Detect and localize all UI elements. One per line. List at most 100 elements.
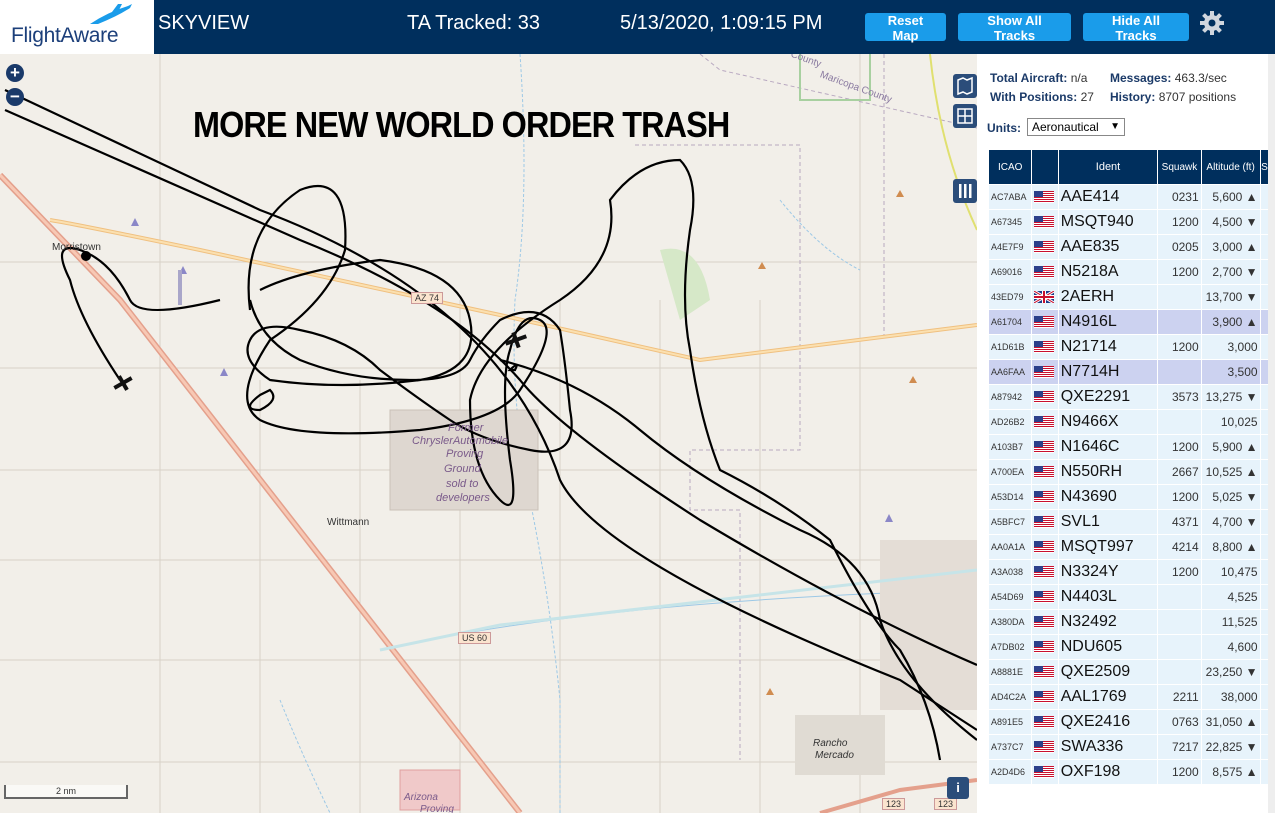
map-scale: 2 nm bbox=[4, 785, 128, 799]
cell-altitude: 23,250 ▼ bbox=[1200, 659, 1261, 685]
table-row[interactable]: A737C7 SWA336 7217 22,825 ▼ bbox=[987, 734, 1275, 760]
map-layers-button[interactable] bbox=[953, 74, 977, 98]
units-select[interactable]: Aeronautical ▼ bbox=[1027, 118, 1125, 136]
cell-squawk: 1200 bbox=[1157, 209, 1202, 235]
us-flag-icon bbox=[1034, 440, 1055, 453]
table-row[interactable]: A61704 N4916L 3,900 ▲ bbox=[987, 309, 1275, 335]
logo-text: FlightAware bbox=[11, 24, 119, 47]
table-row[interactable]: A2D4D6 OXF198 1200 8,575 ▲ bbox=[987, 759, 1275, 785]
cell-icao: A8881E bbox=[987, 659, 1033, 685]
cell-icao: A103B7 bbox=[987, 434, 1033, 460]
table-row[interactable]: A1D61B N21714 1200 3,000 bbox=[987, 334, 1275, 360]
show-all-tracks-button[interactable]: Show All Tracks bbox=[958, 13, 1071, 43]
table-row[interactable]: A7DB02 NDU605 4,600 bbox=[987, 634, 1275, 660]
stat-history-value: 8707 positions bbox=[1158, 90, 1237, 104]
shield-az74: AZ 74 bbox=[411, 292, 444, 304]
zoom-in-button[interactable]: + bbox=[6, 64, 24, 82]
map-canvas[interactable] bbox=[0, 54, 977, 813]
us-flag-icon bbox=[1034, 690, 1055, 703]
us-flag-icon bbox=[1034, 240, 1055, 253]
label-arizona: Arizona bbox=[404, 792, 438, 803]
table-row[interactable]: A380DA N32492 11,525 bbox=[987, 609, 1275, 635]
stat-total-aircraft: Total Aircraft: n/a bbox=[990, 71, 1087, 85]
cell-ident: QXE2291 bbox=[1057, 384, 1159, 410]
cell-altitude: 8,575 ▲ bbox=[1200, 759, 1261, 785]
cell-altitude: 13,700 ▼ bbox=[1200, 284, 1261, 310]
us-flag-icon bbox=[1034, 665, 1055, 678]
cell-ident: N43690 bbox=[1057, 484, 1159, 510]
label-developers: developers bbox=[436, 492, 490, 504]
table-row[interactable]: AC7ABA AAE414 0231 5,600 ▲ bbox=[987, 184, 1275, 210]
cell-icao: A87942 bbox=[987, 384, 1033, 410]
cell-squawk: 4371 bbox=[1157, 509, 1202, 535]
cell-altitude: 10,025 bbox=[1200, 409, 1261, 435]
cell-icao: A700EA bbox=[987, 459, 1033, 485]
cell-flag bbox=[1031, 384, 1059, 410]
cell-flag bbox=[1031, 334, 1059, 360]
label-chrysler: ChryslerAutomobile bbox=[412, 435, 508, 447]
cell-flag bbox=[1031, 234, 1059, 260]
sidebar-toggle-button[interactable] bbox=[953, 179, 977, 203]
cell-icao: A61704 bbox=[987, 309, 1033, 335]
reset-map-button[interactable]: Reset Map bbox=[865, 13, 946, 43]
cell-altitude: 11,525 bbox=[1200, 609, 1261, 635]
sidebar-scrollbar[interactable] bbox=[1268, 54, 1275, 813]
stat-with-positions: With Positions: 27 bbox=[990, 90, 1094, 104]
table-body: AC7ABA AAE414 0231 5,600 ▲ A67345 MSQT940 1200… bbox=[987, 184, 1275, 785]
table-row[interactable]: A67345 MSQT940 1200 4,500 ▼ bbox=[987, 209, 1275, 235]
table-row[interactable]: A54D69 N4403L 4,525 bbox=[987, 584, 1275, 610]
table-row[interactable]: A3A038 N3324Y 1200 10,475 bbox=[987, 559, 1275, 585]
cell-flag bbox=[1031, 409, 1059, 435]
zoom-out-button[interactable]: − bbox=[6, 88, 24, 106]
cell-ident: N32492 bbox=[1057, 609, 1159, 635]
col-altitude[interactable]: Altitude (ft) bbox=[1200, 149, 1261, 185]
flightaware-logo[interactable]: FlightAware bbox=[0, 0, 154, 54]
us-flag-icon bbox=[1034, 215, 1055, 228]
table-row[interactable]: 43ED79 2AERH 13,700 ▼ bbox=[987, 284, 1275, 310]
table-row[interactable]: AD26B2 N9466X 10,025 bbox=[987, 409, 1275, 435]
cell-icao: A3A038 bbox=[987, 559, 1033, 585]
table-row[interactable]: A103B7 N1646C 1200 5,900 ▲ bbox=[987, 434, 1275, 460]
map-view[interactable]: + − MORE NEW WORLD ORDER TRASH Morristow… bbox=[0, 54, 977, 813]
table-row[interactable]: A4E7F9 AAE835 0205 3,000 ▲ bbox=[987, 234, 1275, 260]
grid-toggle-button[interactable] bbox=[953, 104, 977, 128]
us-flag-icon bbox=[1034, 590, 1055, 603]
label-former: Former bbox=[448, 422, 484, 434]
cell-altitude: 13,275 ▼ bbox=[1200, 384, 1261, 410]
table-row[interactable]: AD4C2A AAL1769 2211 38,000 bbox=[987, 684, 1275, 710]
hide-all-tracks-button[interactable]: Hide All Tracks bbox=[1083, 13, 1189, 43]
col-icao[interactable]: ICAO bbox=[987, 149, 1033, 185]
stat-messages-value: 463.3/sec bbox=[1174, 71, 1227, 85]
cell-flag bbox=[1031, 684, 1059, 710]
uk-flag-icon bbox=[1034, 290, 1055, 303]
stat-history: History: 8707 positions bbox=[1110, 90, 1236, 104]
cell-squawk: 1200 bbox=[1157, 559, 1202, 585]
table-row[interactable]: A53D14 N43690 1200 5,025 ▼ bbox=[987, 484, 1275, 510]
cell-squawk bbox=[1157, 634, 1202, 660]
col-ident[interactable]: Ident bbox=[1057, 149, 1159, 185]
table-row[interactable]: A5BFC7 SVL1 4371 4,700 ▼ bbox=[987, 509, 1275, 535]
table-row[interactable]: A891E5 QXE2416 0763 31,050 ▲ bbox=[987, 709, 1275, 735]
label-proving: Proving bbox=[446, 448, 484, 460]
gear-icon[interactable] bbox=[1199, 10, 1225, 36]
table-row[interactable]: AA6FAA N7714H 3,500 bbox=[987, 359, 1275, 385]
table-row[interactable]: A700EA N550RH 2667 10,525 ▲ bbox=[987, 459, 1275, 485]
cell-squawk: 4214 bbox=[1157, 534, 1202, 560]
col-flag[interactable] bbox=[1031, 149, 1059, 185]
info-button[interactable]: i bbox=[947, 777, 969, 799]
cell-ident: AAE414 bbox=[1057, 184, 1159, 210]
cell-altitude: 5,900 ▲ bbox=[1200, 434, 1261, 460]
cell-ident: 2AERH bbox=[1057, 284, 1159, 310]
cell-icao: A737C7 bbox=[987, 734, 1033, 760]
col-squawk[interactable]: Squawk bbox=[1157, 149, 1202, 185]
us-flag-icon bbox=[1034, 490, 1055, 503]
table-row[interactable]: A8881E QXE2509 23,250 ▼ bbox=[987, 659, 1275, 685]
table-row[interactable]: A69016 N5218A 1200 2,700 ▼ bbox=[987, 259, 1275, 285]
table-row[interactable]: AA0A1A MSQT997 4214 8,800 ▲ bbox=[987, 534, 1275, 560]
cell-icao: AC7ABA bbox=[987, 184, 1033, 210]
cell-altitude: 4,700 ▼ bbox=[1200, 509, 1261, 535]
cell-flag bbox=[1031, 484, 1059, 510]
table-row[interactable]: A87942 QXE2291 3573 13,275 ▼ bbox=[987, 384, 1275, 410]
stat-positions-label: With Positions: bbox=[990, 90, 1078, 104]
cell-icao: 43ED79 bbox=[987, 284, 1033, 310]
